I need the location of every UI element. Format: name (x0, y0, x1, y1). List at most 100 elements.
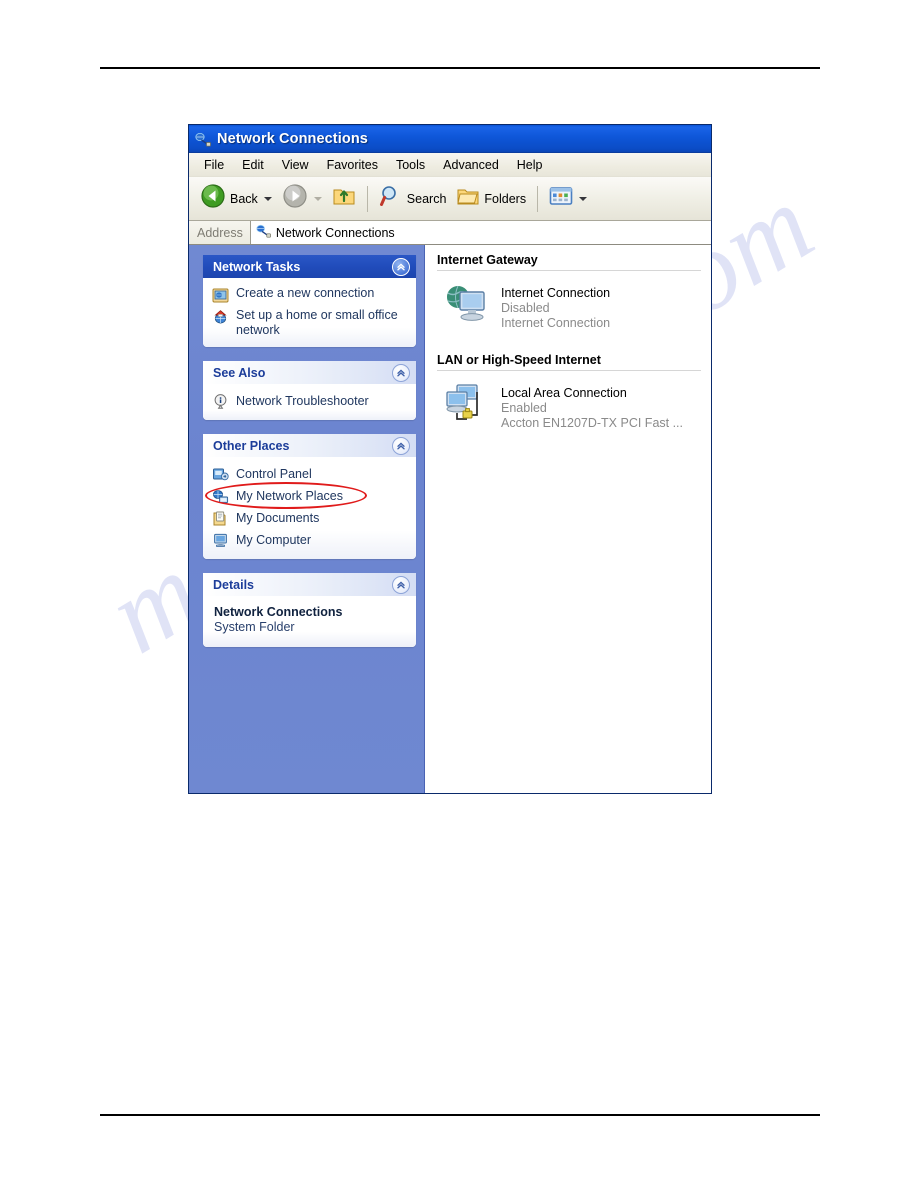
panel-see-also-body: Network Troubleshooter (203, 384, 416, 420)
search-button[interactable]: Search (374, 182, 452, 216)
connection-item-internet-connection[interactable]: Internet Connection Disabled Internet Co… (437, 271, 711, 341)
link-my-network-places[interactable]: My Network Places (205, 482, 408, 509)
new-connection-icon (212, 287, 229, 304)
task-create-new-connection-label: Create a new connection (236, 286, 375, 300)
menu-tools[interactable]: Tools (387, 156, 434, 174)
menu-edit[interactable]: Edit (233, 156, 273, 174)
forward-button[interactable] (277, 182, 327, 216)
back-arrow-icon (200, 183, 226, 214)
panel-other-places-title: Other Places (213, 438, 290, 453)
link-my-documents-label: My Documents (236, 511, 320, 525)
connection-text-block: Internet Connection Disabled Internet Co… (501, 283, 610, 331)
panel-other-places: Other Places Control Panel My Network Pl… (203, 434, 416, 559)
control-panel-icon (212, 466, 229, 483)
menu-advanced[interactable]: Advanced (434, 156, 508, 174)
panel-network-tasks-body: Create a new connection Set up a home or… (203, 278, 416, 347)
connections-list: Internet Gateway Internet Connection Dis… (425, 245, 711, 793)
task-create-new-connection[interactable]: Create a new connection (212, 284, 408, 306)
back-button[interactable]: Back (195, 182, 277, 216)
window-body: Network Tasks Create a new connection Se… (189, 245, 711, 793)
forward-dropdown-caret (313, 196, 322, 201)
magnifier-icon (379, 184, 403, 213)
folders-button[interactable]: Folders (451, 182, 531, 216)
connection-name: Local Area Connection (501, 386, 627, 400)
link-my-documents[interactable]: My Documents (212, 507, 408, 529)
panel-details: Details Network Connections System Folde… (203, 573, 416, 647)
my-computer-icon (212, 532, 229, 549)
info-icon (212, 393, 229, 410)
network-connections-window: Network Connections File Edit View Favor… (188, 124, 712, 794)
page-header-rule (100, 67, 820, 69)
network-connections-icon (195, 131, 211, 147)
back-dropdown-caret[interactable] (263, 196, 272, 201)
folders-label: Folders (484, 191, 527, 206)
panel-other-places-header[interactable]: Other Places (203, 434, 416, 457)
panel-network-tasks-title: Network Tasks (213, 259, 301, 274)
connection-name: Internet Connection (501, 286, 611, 300)
panel-see-also-title: See Also (213, 365, 266, 380)
link-my-computer[interactable]: My Computer (212, 529, 408, 551)
views-dropdown-caret[interactable] (579, 196, 588, 201)
window-title-bar: Network Connections (189, 125, 711, 153)
chevron-up-icon[interactable] (392, 363, 410, 382)
details-item-name: Network Connections (214, 605, 343, 619)
panel-see-also-header[interactable]: See Also (203, 361, 416, 384)
panel-details-header[interactable]: Details (203, 573, 416, 596)
forward-arrow-icon (282, 183, 308, 214)
connection-text-block: Local Area Connection Enabled Accton EN1… (501, 383, 683, 431)
address-value: Network Connections (275, 225, 395, 240)
chevron-up-icon[interactable] (392, 575, 410, 594)
menu-view[interactable]: View (273, 156, 318, 174)
views-button[interactable] (544, 182, 592, 216)
link-control-panel-label: Control Panel (236, 467, 312, 481)
panel-details-body: Network Connections System Folder (203, 596, 416, 647)
back-label: Back (230, 191, 258, 206)
my-documents-icon (212, 510, 229, 527)
views-icon (549, 186, 573, 211)
link-my-network-places-label: My Network Places (236, 489, 343, 503)
address-bar: Address Network Connections (189, 221, 711, 245)
sidebar: Network Tasks Create a new connection Se… (189, 245, 425, 793)
panel-details-title: Details (213, 577, 254, 592)
page-footer-rule (100, 1114, 820, 1116)
folder-icon (456, 185, 480, 212)
network-connections-icon (256, 223, 271, 243)
toolbar-separator (366, 185, 368, 212)
details-item-type: System Folder (214, 620, 295, 634)
address-input[interactable]: Network Connections (249, 221, 711, 244)
menu-file[interactable]: File (195, 156, 233, 174)
up-folder-icon (332, 185, 356, 212)
search-label: Search (406, 191, 447, 206)
chevron-up-icon[interactable] (392, 436, 410, 455)
panel-see-also: See Also Network Troubleshooter (203, 361, 416, 420)
link-network-troubleshooter-label: Network Troubleshooter (236, 394, 369, 408)
link-network-troubleshooter[interactable]: Network Troubleshooter (212, 390, 408, 412)
group-header-internet-gateway: Internet Gateway (437, 253, 538, 267)
connection-item-local-area-connection[interactable]: Local Area Connection Enabled Accton EN1… (437, 371, 711, 441)
address-label: Address (197, 225, 243, 240)
menu-favorites[interactable]: Favorites (318, 156, 387, 174)
internet-gateway-icon (443, 283, 491, 327)
my-network-places-icon (212, 488, 229, 505)
chevron-up-icon[interactable] (392, 257, 410, 276)
task-setup-home-network[interactable]: Set up a home or small office network (212, 306, 408, 339)
up-button[interactable] (327, 182, 361, 216)
group-header-lan: LAN or High-Speed Internet (437, 353, 601, 367)
window-title: Network Connections (217, 130, 368, 147)
panel-network-tasks-header[interactable]: Network Tasks (203, 255, 416, 278)
task-setup-home-network-label: Set up a home or small office network (236, 308, 398, 337)
connection-status: Enabled (501, 401, 547, 415)
link-my-computer-label: My Computer (236, 533, 312, 547)
toolbar-separator-2 (537, 185, 539, 212)
home-network-icon (212, 309, 229, 326)
panel-network-tasks: Network Tasks Create a new connection Se… (203, 255, 416, 347)
connection-status: Disabled (501, 301, 550, 315)
menu-help[interactable]: Help (508, 156, 552, 174)
toolbar: Back Search Folders (189, 177, 711, 221)
connection-device: Internet Connection (501, 316, 611, 330)
lan-connection-icon (443, 383, 491, 427)
panel-other-places-body: Control Panel My Network Places My Docum… (203, 457, 416, 559)
link-control-panel[interactable]: Control Panel (212, 463, 408, 485)
menu-bar: File Edit View Favorites Tools Advanced … (189, 153, 711, 177)
